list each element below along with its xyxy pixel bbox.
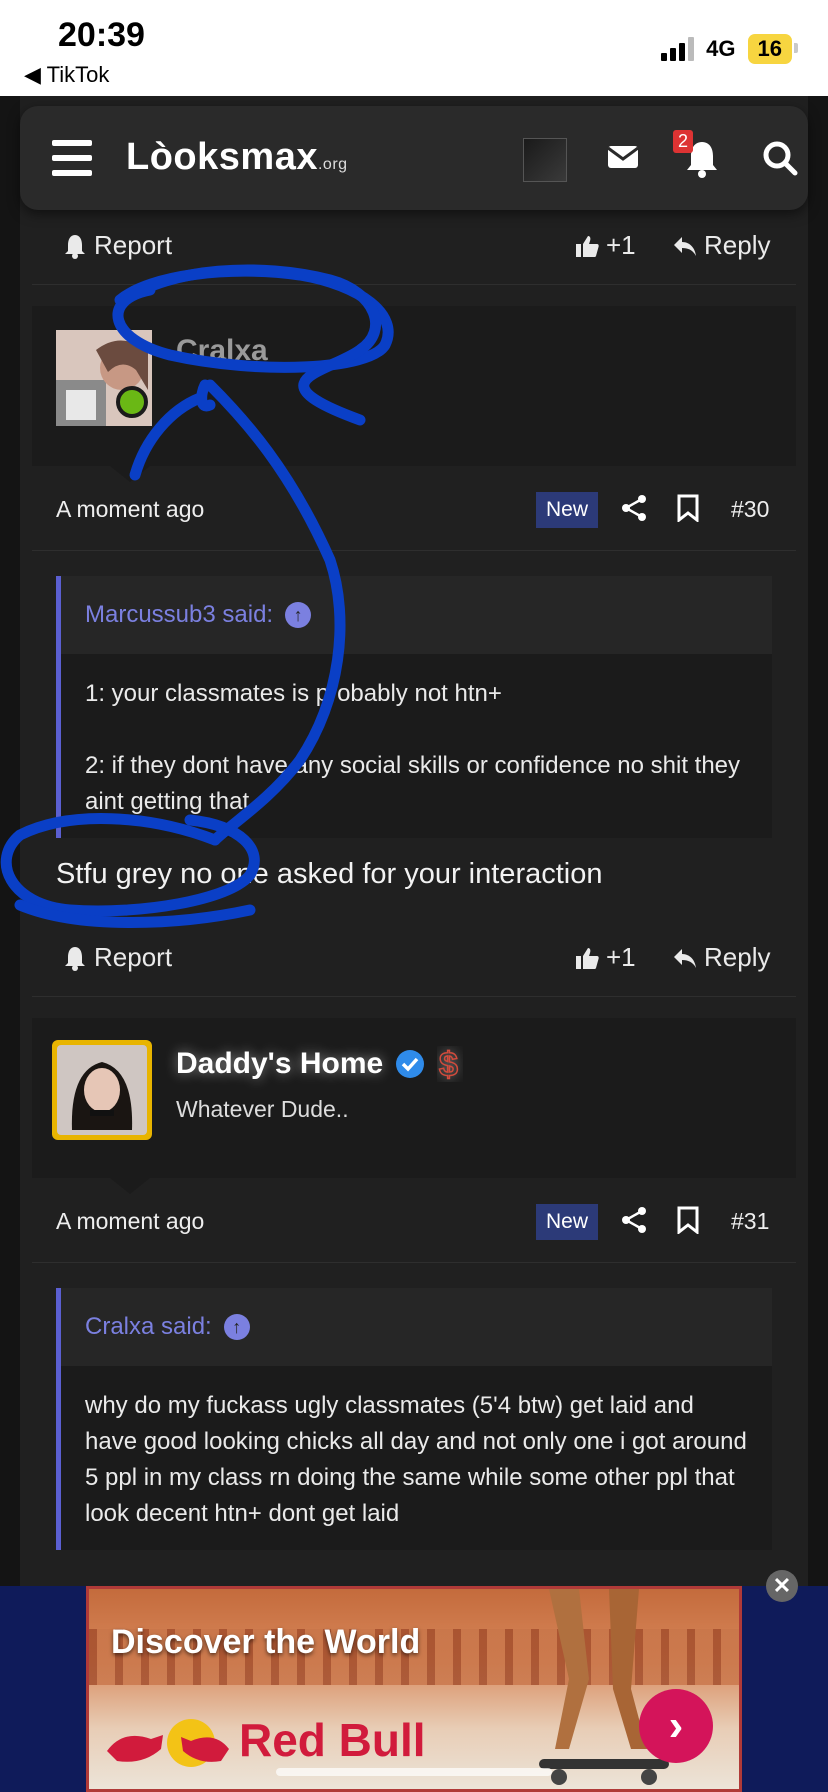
- post-actions-30: Report +1 Reply: [20, 924, 808, 994]
- post-user-block: Cralxa: [32, 306, 796, 482]
- post-number[interactable]: #31: [731, 1208, 769, 1235]
- post-time[interactable]: A moment ago: [56, 1208, 204, 1235]
- ad-title: Discover the World: [111, 1623, 421, 1661]
- reply-button[interactable]: Reply: [672, 942, 770, 973]
- online-status-indicator: [116, 386, 148, 418]
- username[interactable]: Daddy's Home $: [176, 1046, 463, 1082]
- post-divider: [32, 284, 796, 285]
- user-block-caret: [110, 1178, 150, 1194]
- report-label: Report: [94, 942, 173, 972]
- report-button[interactable]: Report: [62, 230, 172, 261]
- post-divider: [32, 996, 796, 997]
- quote-line: 1: your classmates is probably not htn+: [85, 680, 502, 707]
- logo-text: Lòoksmax: [126, 136, 318, 178]
- mail-icon[interactable]: [606, 140, 640, 174]
- ad-skateboarder-graphic: [539, 1589, 669, 1785]
- notification-badge: 2: [673, 130, 694, 153]
- jump-to-quote-icon[interactable]: ↑: [223, 1314, 250, 1340]
- like-count: +1: [606, 230, 636, 260]
- bell-icon: [65, 946, 85, 971]
- user-title: Whatever Dude..: [176, 1096, 349, 1122]
- report-label: Report: [94, 230, 173, 260]
- verified-icon: [396, 1050, 425, 1078]
- reply-label: Reply: [704, 942, 771, 972]
- reply-icon: [674, 236, 696, 256]
- post-actions-29: Report +1 Reply: [20, 212, 808, 282]
- post-time[interactable]: A moment ago: [56, 496, 204, 523]
- logo-suffix: .org: [317, 156, 348, 173]
- quote-line: 2: if they dont have any social skills o…: [85, 752, 741, 815]
- like-button[interactable]: +1: [574, 942, 636, 973]
- status-time: 20:39: [58, 16, 145, 54]
- bookmark-icon[interactable]: [676, 494, 700, 522]
- post-divider: [32, 550, 796, 551]
- status-bar: 20:39 ◀ TikTok 4G 16: [0, 0, 828, 96]
- quote-line: why do my fuckass ugly classmates (5'4 b…: [85, 1392, 747, 1527]
- back-to-app-link[interactable]: ◀ TikTok: [24, 62, 109, 88]
- menu-icon[interactable]: [52, 140, 92, 176]
- advertisement[interactable]: Discover the World Red Bull ›: [86, 1586, 742, 1792]
- username[interactable]: Cralxa: [176, 334, 268, 368]
- dollar-icon: $: [438, 1046, 459, 1082]
- like-button[interactable]: +1: [574, 230, 636, 261]
- quote-body: 1: your classmates is probably not htn+ …: [61, 654, 772, 842]
- report-button[interactable]: Report: [62, 942, 172, 973]
- home-indicator[interactable]: [276, 1768, 552, 1776]
- signal-icon: [661, 37, 695, 61]
- new-badge: New: [536, 1204, 599, 1240]
- quote-body: why do my fuckass ugly classmates (5'4 b…: [61, 1366, 772, 1554]
- battery-icon: 16: [747, 34, 799, 64]
- new-badge: New: [536, 492, 599, 528]
- quote-header[interactable]: Marcussub3 said: ↑: [61, 576, 772, 654]
- ad-cta-arrow-button[interactable]: ›: [639, 1689, 713, 1763]
- post-user-block: Daddy's Home $ Whatever Dude..: [32, 1018, 796, 1194]
- bookmark-icon[interactable]: [676, 1206, 700, 1234]
- ad-close-button[interactable]: ✕: [766, 1570, 798, 1602]
- red-bull-logo: [107, 1719, 229, 1767]
- quote-block: Marcussub3 said: ↑ 1: your classmates is…: [56, 576, 772, 838]
- share-icon[interactable]: [620, 494, 648, 522]
- thumbs-up-icon: [576, 947, 599, 969]
- network-type: 4G: [706, 36, 736, 61]
- like-count: +1: [606, 942, 636, 972]
- quote-block: Cralxa said: ↑ why do my fuckass ugly cl…: [56, 1288, 772, 1550]
- quote-header[interactable]: Cralxa said: ↑: [61, 1288, 772, 1366]
- quote-author: Marcussub3 said:: [85, 601, 274, 628]
- share-icon[interactable]: [620, 1206, 648, 1234]
- ad-brand: Red Bull: [239, 1714, 426, 1766]
- post-message: Stfu grey no one asked for your interact…: [56, 858, 603, 890]
- user-avatar-button[interactable]: [523, 138, 567, 182]
- user-block-caret: [110, 466, 150, 482]
- avatar[interactable]: [52, 1040, 152, 1140]
- post-divider: [32, 1262, 796, 1263]
- reply-label: Reply: [704, 230, 771, 260]
- quote-author: Cralxa said:: [85, 1313, 212, 1340]
- post-number[interactable]: #30: [731, 496, 769, 523]
- thumbs-up-icon: [576, 235, 599, 257]
- post-meta-31: A moment ago New #31: [56, 1200, 776, 1240]
- site-header: Lòoksmax.org 2: [20, 106, 808, 210]
- reply-button[interactable]: Reply: [672, 230, 770, 261]
- jump-to-quote-icon[interactable]: ↑: [285, 602, 312, 628]
- site-logo[interactable]: Lòoksmax.org: [126, 136, 348, 179]
- bell-icon: [65, 234, 85, 259]
- svg-text:$: $: [439, 1046, 458, 1082]
- post-meta-30: A moment ago New #30: [56, 488, 776, 528]
- status-indicators: 4G 16: [661, 34, 799, 64]
- search-icon[interactable]: [762, 140, 798, 176]
- reply-icon: [674, 948, 696, 968]
- username-text: Daddy's Home: [176, 1047, 384, 1080]
